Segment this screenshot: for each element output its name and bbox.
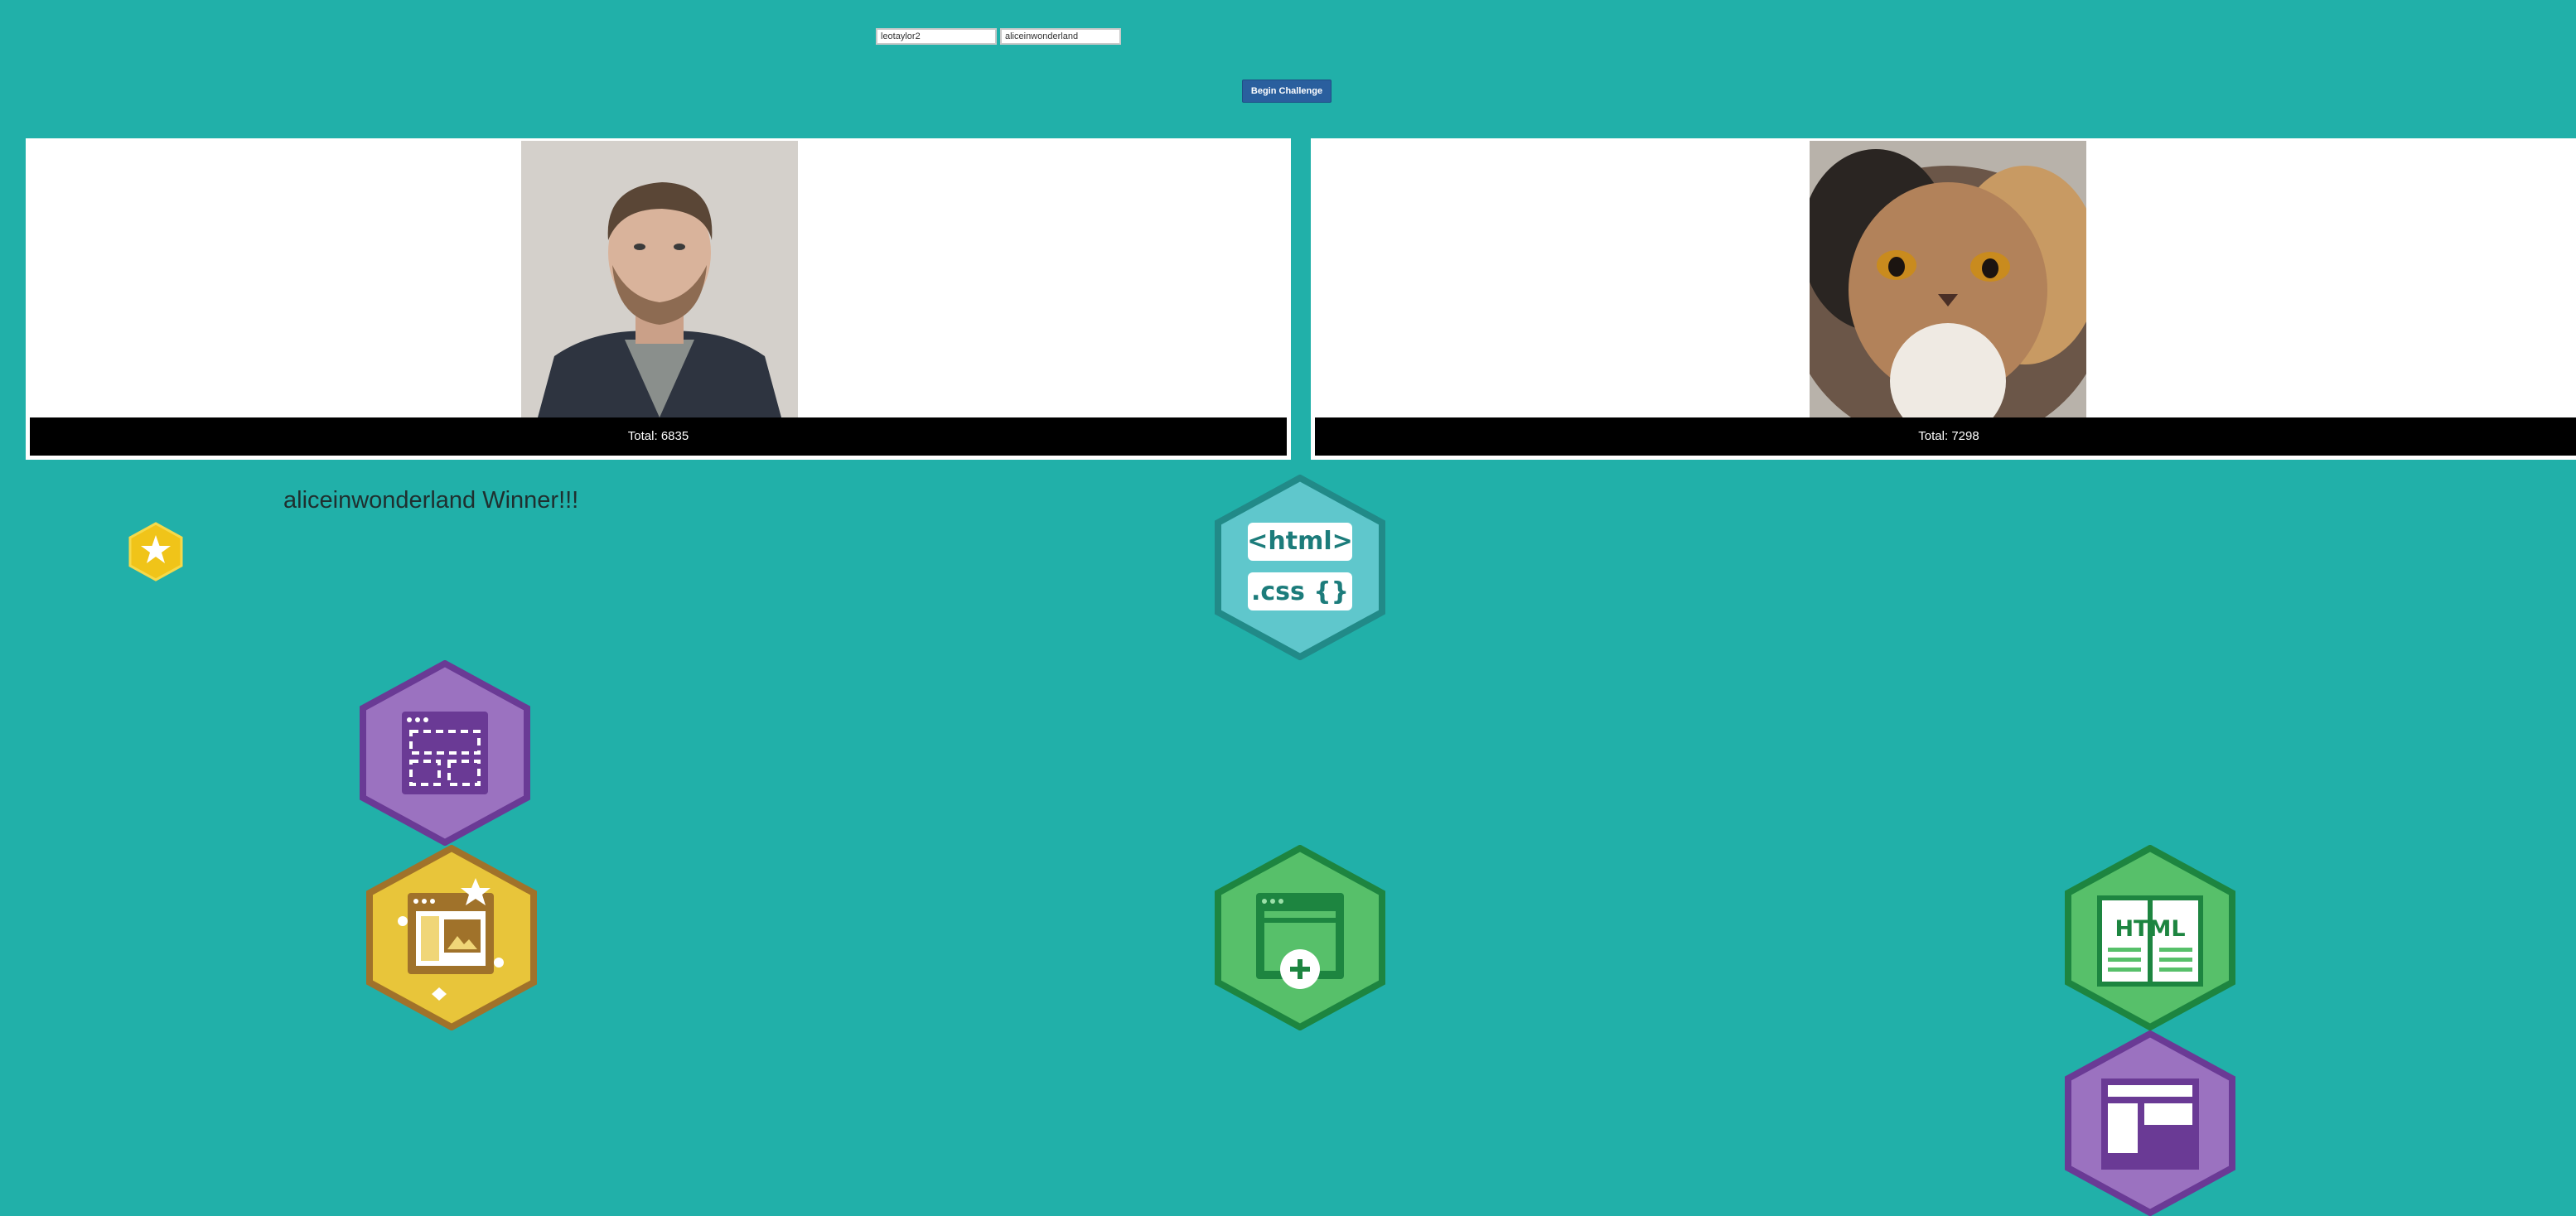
player2-avatar bbox=[1810, 141, 2086, 417]
add-page-badge-icon bbox=[1215, 845, 1385, 1030]
html-badge-label: <html> bbox=[1247, 527, 1353, 556]
html-book-badge-icon: HTML bbox=[2065, 845, 2235, 1030]
begin-challenge-button[interactable]: Begin Challenge bbox=[1242, 80, 1331, 103]
player1-total: Total: 6835 bbox=[30, 417, 1287, 456]
winner-message: aliceinwonderland Winner!!! bbox=[283, 487, 579, 514]
layout-badge-icon bbox=[360, 660, 530, 846]
html-book-label: HTML bbox=[2114, 916, 2185, 942]
player1-card: Total: 6835 bbox=[26, 138, 1291, 460]
css-badge-label: .css {} bbox=[1251, 577, 1349, 606]
player2-total: Total: 7298 bbox=[1315, 417, 2576, 456]
player1-username-input[interactable] bbox=[876, 28, 997, 45]
layout-partial-badge-icon bbox=[2065, 1030, 2235, 1216]
html-css-badge-icon: <html> .css {} bbox=[1215, 475, 1385, 660]
player2-username-input[interactable] bbox=[1000, 28, 1121, 45]
player2-card: Total: 7298 bbox=[1311, 138, 2576, 460]
player1-avatar bbox=[521, 141, 798, 417]
gallery-badge-icon bbox=[366, 845, 537, 1030]
star-badge-icon bbox=[128, 522, 183, 581]
